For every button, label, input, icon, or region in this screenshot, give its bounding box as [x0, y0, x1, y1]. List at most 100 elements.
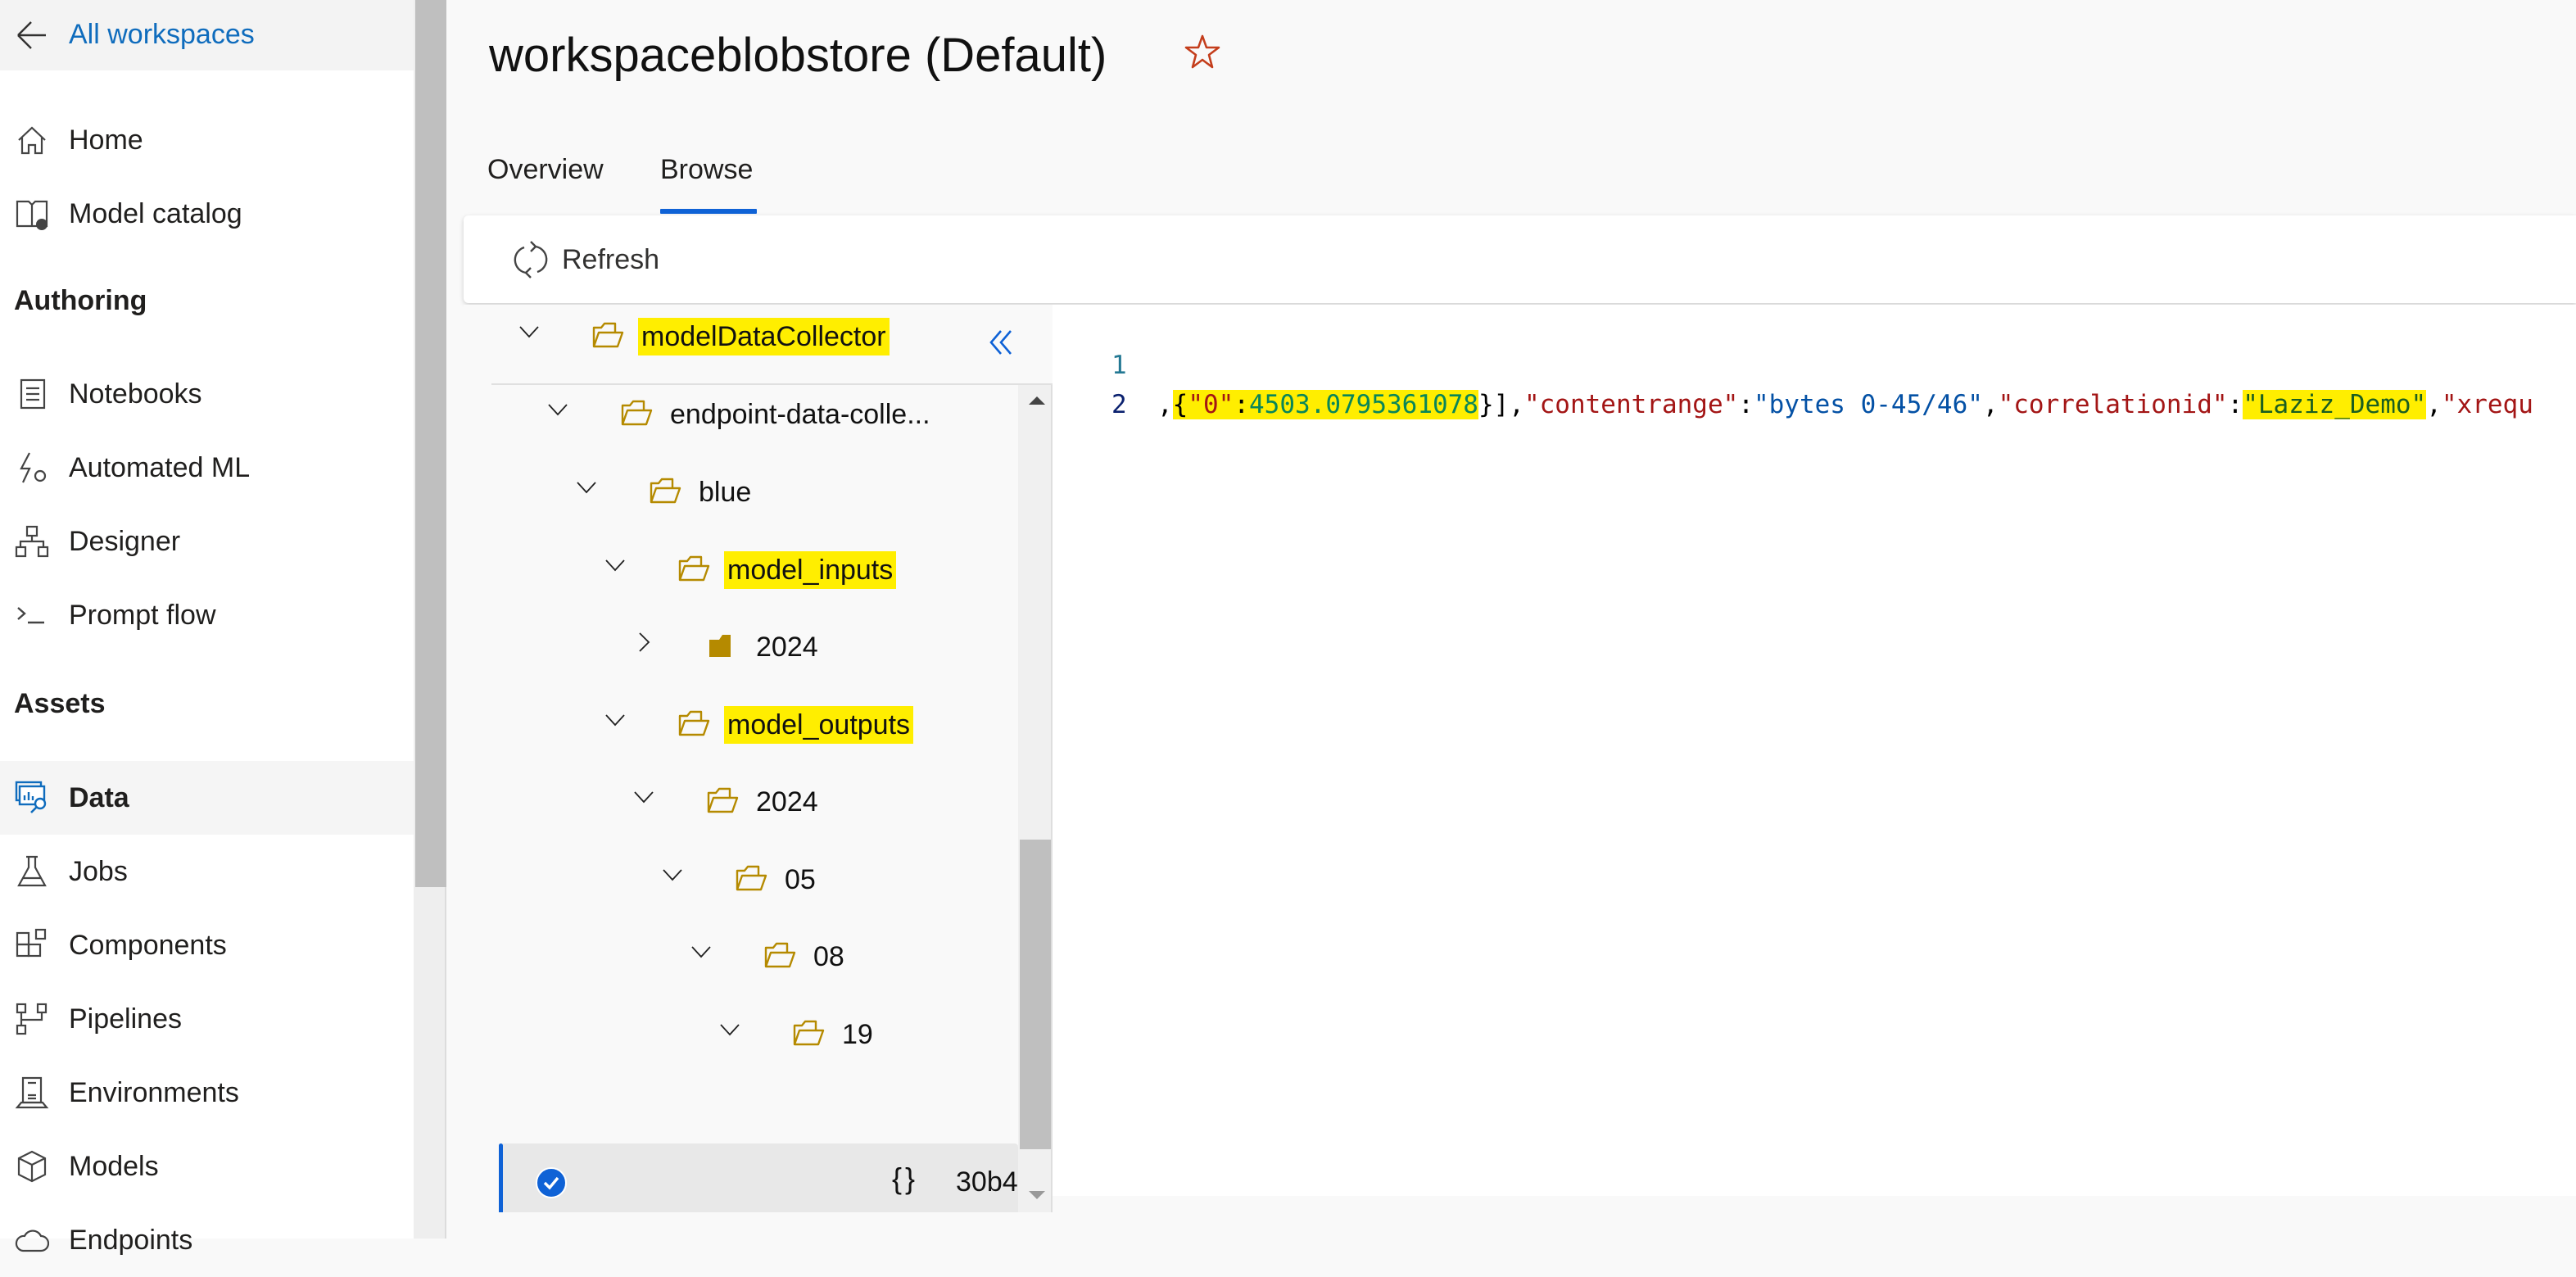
token: :	[1234, 390, 1250, 419]
chevron-right-icon[interactable]	[633, 632, 654, 653]
file-content-viewer[interactable]: 1 ,{"0":4503.0795361078}],"contentrange"…	[1053, 305, 2576, 1196]
models-cube-icon	[17, 1150, 47, 1183]
checkmark-circle-icon[interactable]	[535, 1166, 568, 1199]
nav-item-label: Data	[69, 782, 129, 813]
nav-item-data[interactable]: Data	[0, 761, 414, 835]
tree-folder-row[interactable]: 19	[464, 996, 1018, 1073]
section-heading-authoring: Authoring	[14, 285, 147, 316]
token: "contentrange"	[1523, 390, 1739, 419]
nav-item-jobs[interactable]: Jobs	[0, 835, 414, 908]
chevron-down-icon[interactable]	[547, 399, 568, 420]
nav-item-automated-ml[interactable]: Automated ML	[0, 431, 414, 505]
notebook-icon	[20, 378, 46, 410]
nav-item-notebooks[interactable]: Notebooks	[0, 357, 414, 431]
tree-folder-row[interactable]: modelDataCollector	[464, 305, 1018, 375]
nav-item-components[interactable]: Components	[0, 908, 414, 982]
token: {	[1172, 390, 1188, 419]
nav-item-model-catalog[interactable]: Model catalog	[0, 177, 414, 251]
components-icon	[16, 928, 47, 958]
folder-name: model_inputs	[724, 551, 897, 589]
nav-item-label: Notebooks	[69, 378, 202, 410]
file-tree-panel: modelDataCollector endpoint-data-colle...…	[464, 305, 1053, 1212]
tree-folder-row[interactable]: model_inputs	[464, 532, 1018, 609]
tree-file-selected[interactable]: {} 30b477	[499, 1143, 1018, 1212]
nav-item-label: Environments	[69, 1077, 239, 1108]
folder-open-icon	[764, 942, 796, 968]
nav-item-home[interactable]: Home	[0, 103, 414, 177]
home-icon	[18, 126, 46, 155]
folder-icon	[709, 635, 731, 657]
file-name: 30b477	[956, 1166, 1018, 1198]
scroll-up-arrow-icon[interactable]	[1029, 396, 1045, 405]
chevron-down-icon[interactable]	[690, 941, 712, 962]
tree-folder-row[interactable]: blue	[464, 454, 1018, 531]
folder-name: 2024	[756, 632, 818, 663]
token: :	[2227, 390, 2243, 419]
nav-item-pipelines[interactable]: Pipelines	[0, 982, 414, 1056]
sidebar-scrollbar-thumb[interactable]	[415, 0, 446, 887]
folder-name: 05	[785, 864, 816, 895]
selected-tab-indicator	[660, 209, 757, 214]
scroll-down-arrow-icon[interactable]	[1029, 1191, 1045, 1199]
tab-browse[interactable]: Browse	[660, 151, 753, 188]
tree-folder-row[interactable]: 2024	[464, 763, 1018, 840]
nav-item-label: Endpoints	[69, 1225, 193, 1256]
nav-item-models[interactable]: Models	[0, 1130, 414, 1203]
chevron-down-icon[interactable]	[604, 709, 626, 731]
nav-item-environments[interactable]: Environments	[0, 1056, 414, 1130]
chevron-down-icon[interactable]	[604, 555, 626, 576]
jobs-flask-icon	[17, 855, 47, 887]
folder-open-icon	[707, 787, 739, 813]
nav-item-label: Home	[69, 125, 143, 156]
refresh-button[interactable]: Refresh	[513, 235, 659, 284]
nav-item-prompt-flow[interactable]: Prompt flow	[0, 578, 414, 652]
token: "Laziz_Demo"	[2243, 390, 2427, 419]
token: ,	[2426, 390, 2442, 419]
selection-indicator	[499, 1143, 503, 1212]
token: "correlationid"	[1998, 390, 2228, 419]
tree-folder-row[interactable]: 2024	[464, 609, 1018, 686]
token: "bytes 0-45/46"	[1753, 390, 1983, 419]
page-title: workspaceblobstore (Default)	[489, 29, 1107, 82]
token: :	[1738, 390, 1754, 419]
all-workspaces-label: All workspaces	[69, 19, 255, 50]
tree-folder-row[interactable]: 08	[464, 918, 1018, 995]
tree-folder-row[interactable]: model_outputs	[464, 686, 1018, 763]
code-text: ,{"0":4503.0795361078}],"contentrange":"…	[1157, 385, 2533, 424]
environments-icon	[15, 1076, 49, 1109]
nav-item-label: Jobs	[69, 856, 128, 887]
folder-name: endpoint-data-colle...	[670, 399, 930, 430]
left-nav-sidebar: All workspaces Home Model catalog Author…	[0, 0, 414, 1256]
nav-item-label: Prompt flow	[69, 600, 216, 631]
nav-item-label: Model catalog	[69, 198, 242, 229]
json-braces-icon: {}	[892, 1162, 919, 1195]
nav-item-label: Designer	[69, 526, 181, 557]
chevron-down-icon[interactable]	[518, 321, 540, 342]
star-icon[interactable]	[1181, 31, 1224, 74]
code-line: 2	[1053, 346, 1127, 419]
pipelines-icon	[16, 1003, 48, 1035]
code-line: 1 ,{"0":4503.0795361078}],"contentrange"…	[1053, 306, 2576, 419]
nav-item-designer[interactable]: Designer	[0, 505, 414, 578]
nav-item-endpoints[interactable]: Endpoints	[0, 1203, 414, 1277]
chevron-down-icon[interactable]	[633, 786, 654, 808]
back-arrow-icon	[17, 21, 46, 49]
tab-overview[interactable]: Overview	[487, 151, 604, 188]
folder-open-icon	[592, 322, 624, 348]
token: "0"	[1188, 390, 1234, 419]
data-icon	[15, 781, 47, 813]
chevron-down-icon[interactable]	[662, 864, 683, 885]
nav-item-label: Pipelines	[69, 1003, 182, 1035]
folder-name: 08	[813, 941, 844, 972]
tree-folder-row[interactable]: endpoint-data-colle...	[464, 376, 1018, 453]
token: "xrequ	[2441, 390, 2533, 419]
folder-name: 19	[842, 1019, 873, 1050]
folder-name: model_outputs	[724, 706, 914, 744]
tree-folder-row[interactable]: 05	[464, 841, 1018, 918]
all-workspaces-link[interactable]: All workspaces	[0, 0, 414, 70]
chevron-down-icon[interactable]	[576, 477, 597, 498]
tree-scrollbar-thumb[interactable]	[1020, 840, 1051, 1149]
folder-name: blue	[699, 477, 752, 508]
chevron-down-icon[interactable]	[719, 1019, 740, 1040]
folder-open-icon	[793, 1020, 825, 1046]
